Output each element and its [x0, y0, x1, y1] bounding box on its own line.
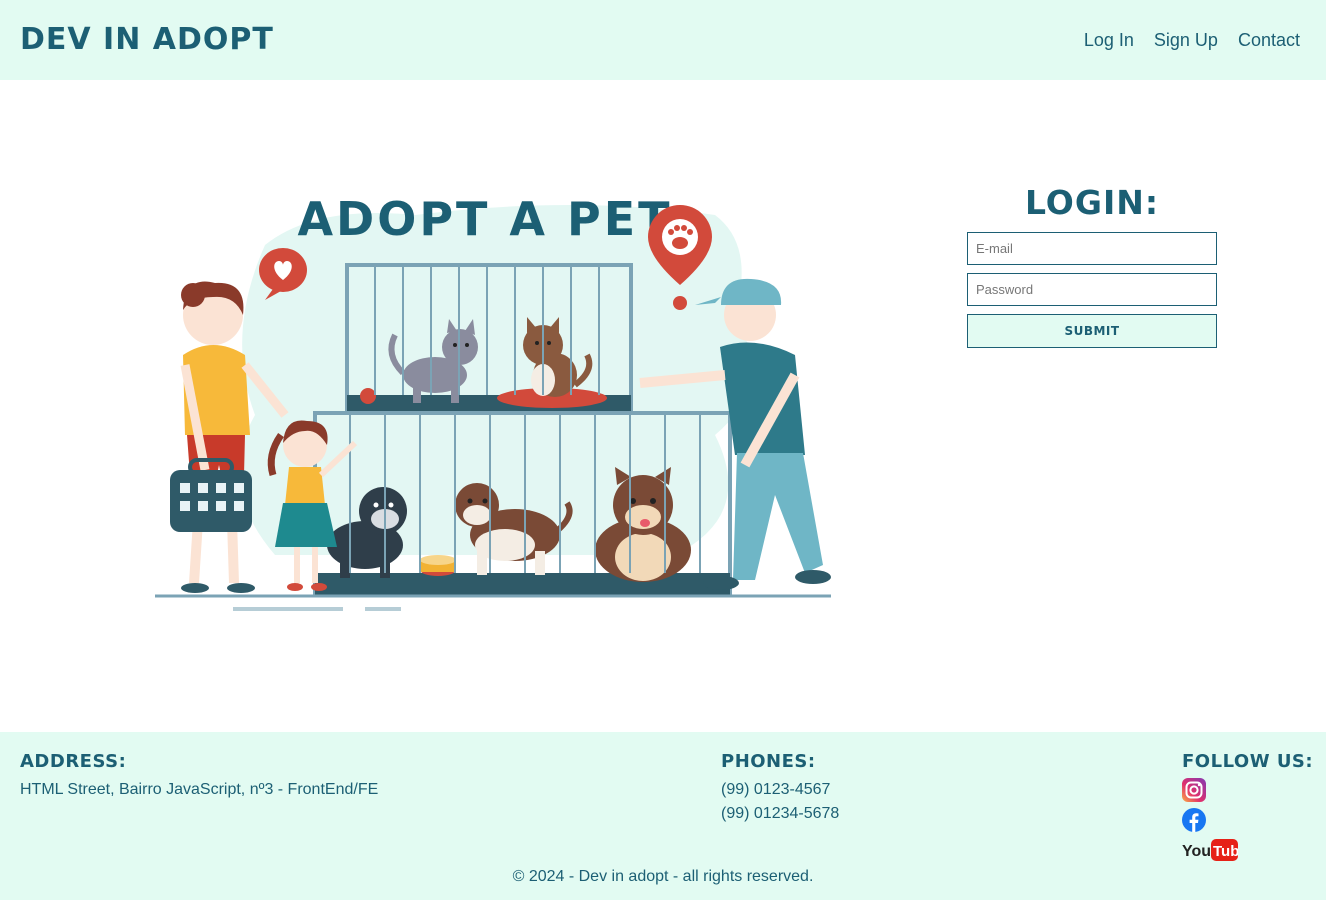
- follow-heading: Follow us:: [1182, 751, 1314, 772]
- footer-phones: Phones: (99) 0123-4567 (99) 01234-5678: [721, 750, 839, 826]
- email-field[interactable]: [967, 232, 1217, 265]
- adopt-a-pet-illustration: ADOPT A PET: [155, 192, 831, 611]
- copyright-text: © 2024 - Dev in adopt - all rights reser…: [512, 868, 814, 885]
- pet-carrier-icon: [170, 458, 252, 532]
- youtube-icon[interactable]: You Tube: [1182, 838, 1238, 862]
- nav-login-link[interactable]: Log In: [1084, 29, 1134, 51]
- facebook-icon[interactable]: [1182, 808, 1206, 832]
- login-form: Login: Submit: [967, 182, 1217, 348]
- address-heading: Address:: [20, 751, 127, 772]
- svg-text:Tube: Tube: [1213, 843, 1238, 860]
- svg-text:You: You: [1182, 843, 1211, 860]
- site-header: Dev in adopt Log In Sign Up Contact: [0, 0, 1326, 80]
- phone-number: (99) 0123-4567: [721, 781, 831, 798]
- nav-signup-link[interactable]: Sign Up: [1154, 29, 1218, 51]
- site-footer: Address: HTML Street, Bairro JavaScript,…: [0, 732, 1326, 900]
- phones-heading: Phones:: [721, 751, 816, 772]
- password-field[interactable]: [967, 273, 1217, 306]
- hero-title: ADOPT A PET: [297, 192, 672, 246]
- instagram-icon[interactable]: [1182, 778, 1206, 802]
- food-bowl: [420, 555, 456, 576]
- footer-social: Follow us: You Tube: [1182, 750, 1313, 862]
- nav-contact-link[interactable]: Contact: [1238, 29, 1300, 51]
- phone-number: (99) 01234-5678: [721, 805, 840, 822]
- login-title: Login:: [1024, 183, 1160, 222]
- site-logo[interactable]: Dev in adopt: [20, 22, 274, 58]
- address-text: HTML Street, Bairro JavaScript, nº3 - Fr…: [20, 781, 379, 798]
- footer-address: Address: HTML Street, Bairro JavaScript,…: [20, 750, 378, 802]
- main-nav: Log In Sign Up Contact: [1084, 29, 1300, 51]
- submit-button[interactable]: Submit: [967, 314, 1217, 348]
